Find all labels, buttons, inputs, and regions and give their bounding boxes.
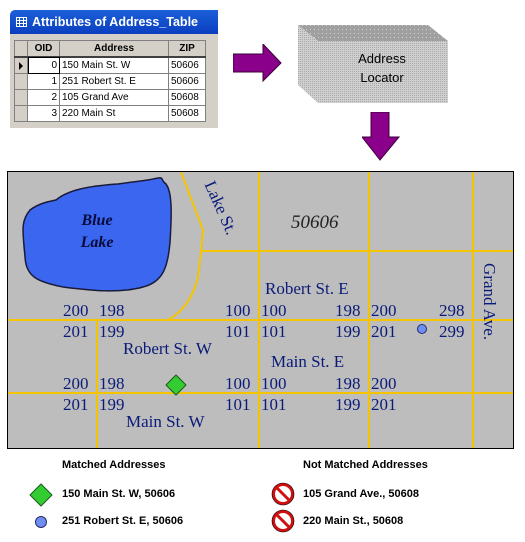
cell-zip[interactable]: 50608 — [168, 89, 206, 106]
address-range-label: 201 — [63, 395, 89, 414]
street-map[interactable]: Blue Lake 50606 Lake St. Grand Ave. Robe… — [7, 171, 514, 449]
window-title-bar[interactable]: Attributes of Address_Table — [10, 10, 218, 34]
address-range-label: 199 — [99, 322, 125, 341]
lake-label: Blue Lake — [72, 210, 122, 254]
street-label-grand-ave: Grand Ave. — [480, 263, 499, 341]
address-range-label: 200 — [371, 301, 397, 320]
cell-zip[interactable]: 50608 — [168, 105, 206, 122]
address-range-label: 199 — [99, 395, 125, 414]
legend-matched-title: Matched Addresses — [62, 459, 166, 471]
window-title: Attributes of Address_Table — [32, 15, 198, 29]
address-range-label: 198 — [335, 374, 361, 393]
legend-not-matched-item: 220 Main St., 50608 — [303, 515, 404, 527]
attribute-table-window: Attributes of Address_Table OID Address … — [10, 10, 218, 128]
address-range-label: 200 — [63, 301, 89, 320]
address-range-label: 298 — [439, 301, 465, 320]
cell-oid[interactable]: 2 — [27, 89, 60, 106]
address-range-label: 199 — [335, 322, 361, 341]
right-arrow-icon — [233, 44, 282, 82]
zip-area-label: 50606 — [291, 212, 339, 233]
prohibited-icon — [271, 482, 295, 506]
row-selector[interactable] — [14, 105, 28, 122]
cell-oid[interactable]: 0 — [27, 56, 60, 74]
cell-address[interactable]: 105 Grand Ave — [59, 89, 169, 106]
cell-address[interactable]: 251 Robert St. E — [59, 73, 169, 90]
address-range-label: 101 — [261, 322, 287, 341]
table-row[interactable]: 0 150 Main St. W 50606 — [14, 56, 206, 74]
column-header-oid[interactable]: OID — [27, 40, 60, 58]
address-range-label: 100 — [261, 374, 287, 393]
address-range-label: 198 — [335, 301, 361, 320]
locator-label-line1: Address — [358, 51, 406, 66]
row-selector[interactable] — [14, 89, 28, 106]
address-range-label: 201 — [371, 322, 397, 341]
address-range-label: 100 — [225, 301, 251, 320]
address-range-label: 299 — [439, 322, 465, 341]
table-row[interactable]: 1 251 Robert St. E 50606 — [14, 73, 206, 90]
prohibited-icon — [271, 509, 295, 533]
blue-circle-icon — [35, 516, 47, 528]
address-locator-label: Address Locator — [318, 49, 446, 87]
row-selector[interactable] — [14, 56, 28, 74]
address-range-label: 100 — [225, 374, 251, 393]
address-range-label: 200 — [371, 374, 397, 393]
down-arrow-icon — [362, 112, 401, 161]
street-label-robert-w: Robert St. W — [123, 339, 212, 358]
street-label-main-e: Main St. E — [271, 352, 345, 371]
locator-label-line2: Locator — [360, 70, 404, 85]
legend-not-matched-title: Not Matched Addresses — [303, 459, 428, 471]
cell-address[interactable]: 150 Main St. W — [59, 56, 169, 74]
table-row[interactable]: 2 105 Grand Ave 50608 — [14, 89, 206, 106]
green-diamond-icon — [29, 483, 53, 507]
cell-oid[interactable]: 1 — [27, 73, 60, 90]
cell-zip[interactable]: 50606 — [168, 56, 206, 74]
matched-circle-marker — [417, 324, 427, 334]
street-label-robert-e: Robert St. E — [265, 279, 349, 298]
attribute-table: OID Address ZIP 0 150 Main St. W 50606 1… — [14, 40, 206, 122]
table-icon — [16, 17, 27, 27]
address-range-label: 101 — [261, 395, 287, 414]
column-header-address[interactable]: Address — [59, 40, 169, 58]
address-range-label: 201 — [371, 395, 397, 414]
lake-label-line2: Lake — [80, 234, 114, 251]
legend-not-matched-item: 105 Grand Ave., 50608 — [303, 488, 419, 500]
table-header-row: OID Address ZIP — [14, 40, 206, 58]
table-row[interactable]: 3 220 Main St 50608 — [14, 105, 206, 122]
address-range-label: 198 — [99, 374, 125, 393]
cell-zip[interactable]: 50606 — [168, 73, 206, 90]
street-label-main-w: Main St. W — [126, 412, 205, 431]
row-selector-header[interactable] — [14, 40, 28, 58]
row-selector[interactable] — [14, 73, 28, 90]
address-range-label: 101 — [225, 322, 251, 341]
address-range-label: 198 — [99, 301, 125, 320]
address-range-label: 200 — [63, 374, 89, 393]
lake-st-road — [167, 172, 205, 321]
address-range-label: 101 — [225, 395, 251, 414]
cell-address[interactable]: 220 Main St — [59, 105, 169, 122]
cell-oid[interactable]: 3 — [27, 105, 60, 122]
legend-matched-item: 251 Robert St. E, 50606 — [62, 515, 184, 527]
address-range-label: 199 — [335, 395, 361, 414]
lake-label-line1: Blue — [81, 212, 113, 229]
legend-matched-item: 150 Main St. W, 50606 — [62, 488, 176, 500]
address-range-label: 100 — [261, 301, 287, 320]
column-header-zip[interactable]: ZIP — [168, 40, 206, 58]
current-row-marker-icon — [19, 62, 23, 70]
address-range-label: 201 — [63, 322, 89, 341]
